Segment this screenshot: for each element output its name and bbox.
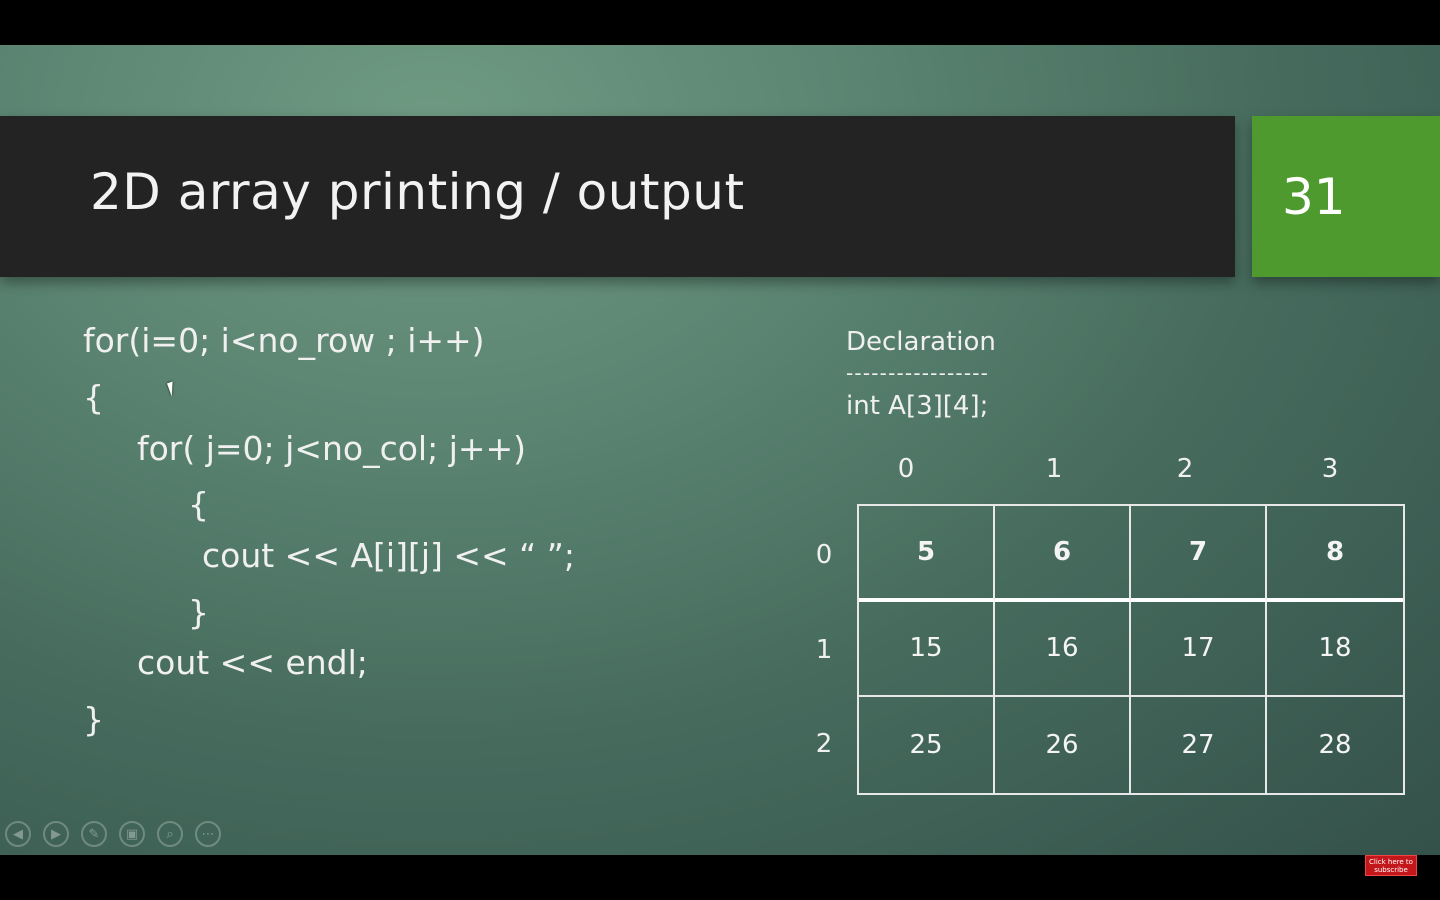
subscribe-line1: Click here to: [1369, 858, 1413, 866]
pen-icon[interactable]: ✎: [81, 821, 107, 847]
more-icon[interactable]: ⋯: [195, 821, 221, 847]
presentation-slide: 2D array printing / output 31 for(i=0; i…: [0, 45, 1440, 855]
array-cell: 6: [995, 506, 1131, 602]
array-cell: 16: [995, 601, 1131, 698]
array-cell: 5: [859, 506, 995, 602]
letterbox-top: [0, 0, 1440, 45]
previous-icon[interactable]: ◀: [5, 821, 31, 847]
subscribe-line2: subscribe: [1374, 866, 1408, 874]
array-cell: 26: [995, 697, 1131, 793]
array-grid: 5 6 7 8 15 16 17 18 25 26 27 28: [857, 504, 1405, 795]
column-index: 3: [1321, 454, 1339, 484]
zoom-icon[interactable]: ⌕: [157, 821, 183, 847]
mouse-cursor-icon: [166, 379, 184, 397]
array-cell: 7: [1131, 506, 1267, 602]
array-cell: 27: [1131, 697, 1267, 793]
column-index: 0: [897, 454, 915, 484]
code-line: }: [83, 700, 104, 739]
slide-number-box: 31: [1252, 116, 1440, 277]
code-line: for(i=0; i<no_row ; i++): [83, 321, 485, 360]
code-line: cout << endl;: [137, 643, 368, 682]
declaration-divider: -----------------: [846, 361, 990, 385]
row-index: 2: [815, 729, 833, 759]
letterbox-bottom: [0, 855, 1440, 900]
slides-icon[interactable]: ▣: [119, 821, 145, 847]
slide-title: 2D array printing / output: [90, 163, 745, 221]
array-cell: 25: [859, 697, 995, 793]
column-index: 1: [1045, 454, 1063, 484]
array-cell: 28: [1318, 730, 1352, 761]
declaration-label: Declaration: [846, 327, 996, 357]
row-index: 1: [815, 635, 833, 665]
array-cell: 15: [859, 601, 995, 698]
next-icon[interactable]: ▶: [43, 821, 69, 847]
column-index: 2: [1176, 454, 1194, 484]
array-cell: 17: [1131, 601, 1267, 698]
array-cell: 8: [1267, 506, 1403, 602]
array-cell: 18: [1267, 602, 1403, 698]
subscribe-button[interactable]: Click here to subscribe: [1365, 855, 1417, 876]
slideshow-controls: ◀ ▶ ✎ ▣ ⌕ ⋯: [5, 821, 221, 847]
slide-number: 31: [1282, 168, 1346, 226]
code-line: cout << A[i][j] << “ ”;: [202, 536, 575, 575]
row-index: 0: [815, 540, 833, 570]
code-line: for( j=0; j<no_col; j++): [137, 429, 527, 468]
code-line: {: [188, 485, 209, 524]
code-line: {: [83, 378, 104, 417]
code-line: }: [188, 593, 209, 632]
declaration-code: int A[3][4];: [846, 391, 989, 421]
